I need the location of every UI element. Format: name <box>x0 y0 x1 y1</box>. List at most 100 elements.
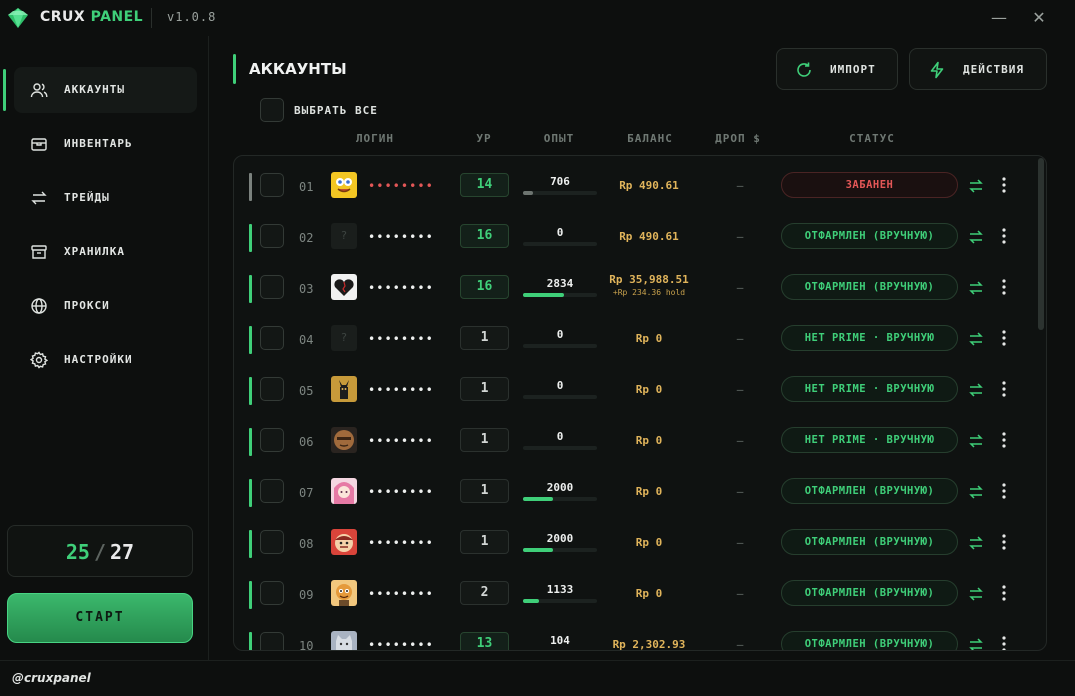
table-row[interactable]: 09 •••••••• 2 1133 Rp 0 – ОТФАРМЛЕН (ВРУЧНУЮ) <box>234 571 1034 622</box>
row-checkbox[interactable] <box>260 173 284 197</box>
login-value[interactable]: •••••••• <box>368 281 434 295</box>
page-title: АККАУНТЫ <box>249 60 347 78</box>
swap-icon[interactable] <box>968 382 984 398</box>
more-vertical-icon[interactable] <box>996 635 1012 651</box>
avatar: ? <box>331 325 357 351</box>
more-vertical-icon[interactable] <box>996 482 1012 500</box>
drop-value: – <box>736 638 744 651</box>
swap-icon[interactable] <box>968 331 984 347</box>
archive-icon <box>31 245 47 259</box>
row-checkbox[interactable] <box>260 275 284 299</box>
row-checkbox[interactable] <box>260 377 284 401</box>
column-header-level[interactable]: УР <box>466 132 502 145</box>
status-badge[interactable]: ЗАБАНЕН <box>781 172 958 198</box>
status-badge[interactable]: НЕТ PRIME · ВРУЧНУЮ <box>781 427 958 453</box>
trades-icon <box>31 191 47 205</box>
close-button[interactable]: ✕ <box>1027 6 1051 30</box>
row-checkbox[interactable] <box>260 581 284 605</box>
xp-progress <box>523 293 597 297</box>
level-badge: 1 <box>460 479 509 503</box>
row-number: 05 <box>299 384 314 398</box>
accounts-counter: 25/27 <box>7 525 193 577</box>
status-badge[interactable]: ОТФАРМЛЕН (ВРУЧНУЮ) <box>781 631 958 650</box>
login-value[interactable]: •••••••• <box>368 587 434 601</box>
more-vertical-icon[interactable] <box>996 380 1012 398</box>
login-value[interactable]: •••••••• <box>368 536 434 550</box>
status-badge[interactable]: ОТФАРМЛЕН (ВРУЧНУЮ) <box>781 274 958 300</box>
sidebar-item-trades[interactable]: ТРЕЙДЫ <box>14 175 197 221</box>
column-header-xp[interactable]: ОПЫТ <box>530 132 588 145</box>
row-checkbox[interactable] <box>260 479 284 503</box>
row-checkbox[interactable] <box>260 428 284 452</box>
xp-progress <box>523 191 597 195</box>
table-row[interactable]: 10 •••••••• 13 104 Rp 2,302.93 – ОТФАРМЛЕН (ВР… <box>234 622 1034 651</box>
status-badge[interactable]: НЕТ PRIME · ВРУЧНУЮ <box>781 325 958 351</box>
table-row[interactable]: 03 •••••••• 16 2834 Rp 35,988.51 +Rp 234.36 h… <box>234 265 1034 316</box>
minimize-button[interactable]: — <box>987 6 1011 30</box>
column-header-drop[interactable]: ДРОП $ <box>706 132 770 145</box>
inventory-icon <box>31 138 47 151</box>
sidebar-item-inventory[interactable]: ИНВЕНТАРЬ <box>14 121 197 167</box>
table-row[interactable]: 01 •••••••• 14 706 Rp 490.61 – ЗАБАНЕН <box>234 163 1034 214</box>
footer-handle: @cruxpanel <box>12 671 91 685</box>
row-number: 02 <box>299 231 314 245</box>
select-all-checkbox[interactable] <box>260 98 284 122</box>
actions-button[interactable]: ДЕЙСТВИЯ <box>909 48 1047 90</box>
login-value[interactable]: •••••••• <box>368 230 434 244</box>
sidebar-item-label: ПРОКСИ <box>64 299 110 312</box>
balance-value: Rp 0 <box>635 434 663 447</box>
status-badge[interactable]: НЕТ PRIME · ВРУЧНУЮ <box>781 376 958 402</box>
more-vertical-icon[interactable] <box>996 533 1012 551</box>
login-value[interactable]: •••••••• <box>368 332 434 346</box>
start-button[interactable]: СТАРТ <box>7 593 193 643</box>
status-badge[interactable]: ОТФАРМЛЕН (ВРУЧНУЮ) <box>781 478 958 504</box>
more-vertical-icon[interactable] <box>996 278 1012 296</box>
more-vertical-icon[interactable] <box>996 176 1012 194</box>
login-value[interactable]: •••••••• <box>368 179 434 193</box>
table-row[interactable]: 04? •••••••• 1 0 Rp 0 – НЕТ PRIME · ВРУЧНУЮ <box>234 316 1034 367</box>
table-row[interactable]: 02? •••••••• 16 0 Rp 490.61 – ОТФАРМЛЕН (ВРУЧН… <box>234 214 1034 265</box>
status-badge[interactable]: ОТФАРМЛЕН (ВРУЧНУЮ) <box>781 580 958 606</box>
row-checkbox[interactable] <box>260 224 284 248</box>
column-header-status[interactable]: СТАТУС <box>830 132 914 145</box>
table-row[interactable]: 07 •••••••• 1 2000 Rp 0 – ОТФАРМЛЕН (ВРУЧНУЮ) <box>234 469 1034 520</box>
table-row[interactable]: 05 •••••••• 1 0 Rp 0 – НЕТ PRIME · ВРУЧНУЮ <box>234 367 1034 418</box>
swap-icon[interactable] <box>968 637 984 651</box>
more-vertical-icon[interactable] <box>996 329 1012 347</box>
page-title-accent <box>233 54 236 84</box>
counter-total: 27 <box>110 540 135 564</box>
sidebar-item-accounts[interactable]: АККАУНТЫ <box>3 67 197 113</box>
import-button[interactable]: ИМПОРТ <box>776 48 898 90</box>
table-row[interactable]: 08 •••••••• 1 2000 Rp 0 – ОТФАРМЛЕН (ВРУЧНУЮ) <box>234 520 1034 571</box>
swap-icon[interactable] <box>968 586 984 602</box>
sidebar-item-proxy[interactable]: ПРОКСИ <box>14 283 197 329</box>
xp-value: 0 <box>556 226 564 239</box>
login-value[interactable]: •••••••• <box>368 485 434 499</box>
xp-progress-fill <box>523 650 525 651</box>
login-value[interactable]: •••••••• <box>368 434 434 448</box>
status-badge[interactable]: ОТФАРМЛЕН (ВРУЧНУЮ) <box>781 529 958 555</box>
login-value[interactable]: •••••••• <box>368 638 434 650</box>
scrollbar-thumb[interactable] <box>1038 158 1044 330</box>
status-badge[interactable]: ОТФАРМЛЕН (ВРУЧНУЮ) <box>781 223 958 249</box>
sidebar-item-storage[interactable]: ХРАНИЛКА <box>14 229 197 275</box>
row-checkbox[interactable] <box>260 326 284 350</box>
table-row[interactable]: 06 •••••••• 1 0 Rp 0 – НЕТ PRIME · ВРУЧНУЮ <box>234 418 1034 469</box>
swap-icon[interactable] <box>968 484 984 500</box>
swap-icon[interactable] <box>968 178 984 194</box>
column-header-balance[interactable]: БАЛАНС <box>610 132 690 145</box>
more-vertical-icon[interactable] <box>996 227 1012 245</box>
row-checkbox[interactable] <box>260 530 284 554</box>
avatar <box>331 580 357 606</box>
swap-icon[interactable] <box>968 433 984 449</box>
swap-icon[interactable] <box>968 535 984 551</box>
more-vertical-icon[interactable] <box>996 584 1012 602</box>
lightning-icon <box>930 61 944 79</box>
more-vertical-icon[interactable] <box>996 431 1012 449</box>
column-header-login[interactable]: ЛОГИН <box>340 132 410 145</box>
swap-icon[interactable] <box>968 229 984 245</box>
sidebar-item-settings[interactable]: НАСТРОЙКИ <box>14 337 197 383</box>
login-value[interactable]: •••••••• <box>368 383 434 397</box>
swap-icon[interactable] <box>968 280 984 296</box>
row-checkbox[interactable] <box>260 632 284 650</box>
